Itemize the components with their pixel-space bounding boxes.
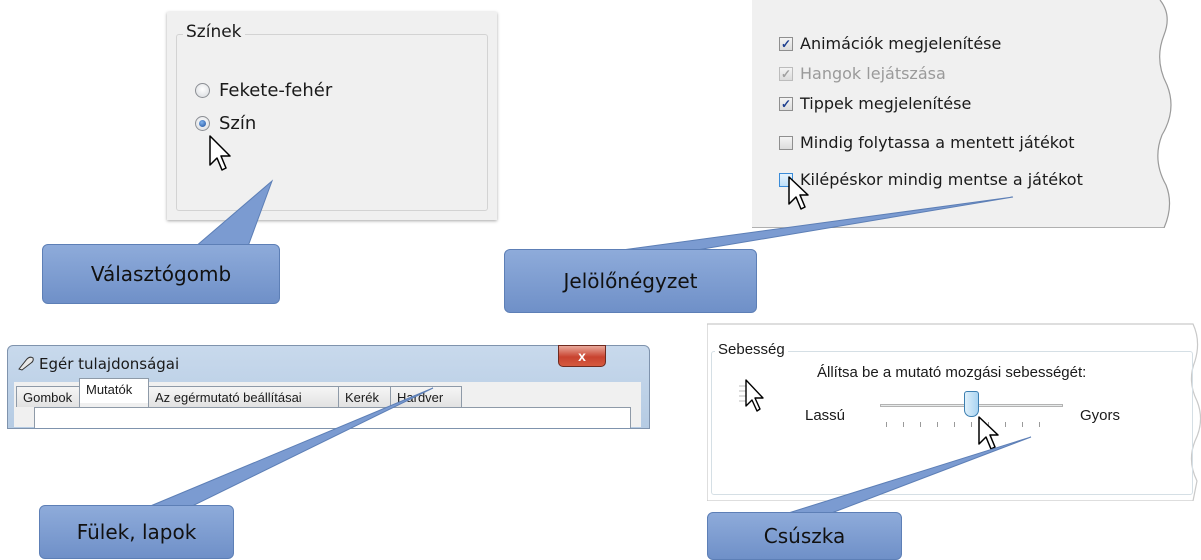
callout-radio-button: Választógomb [42,244,280,304]
callout-slider: Csúszka [707,512,902,560]
callout-checkbox: Jelölőnégyzet [504,249,757,313]
callout-tabs: Fülek, lapok [39,505,234,559]
